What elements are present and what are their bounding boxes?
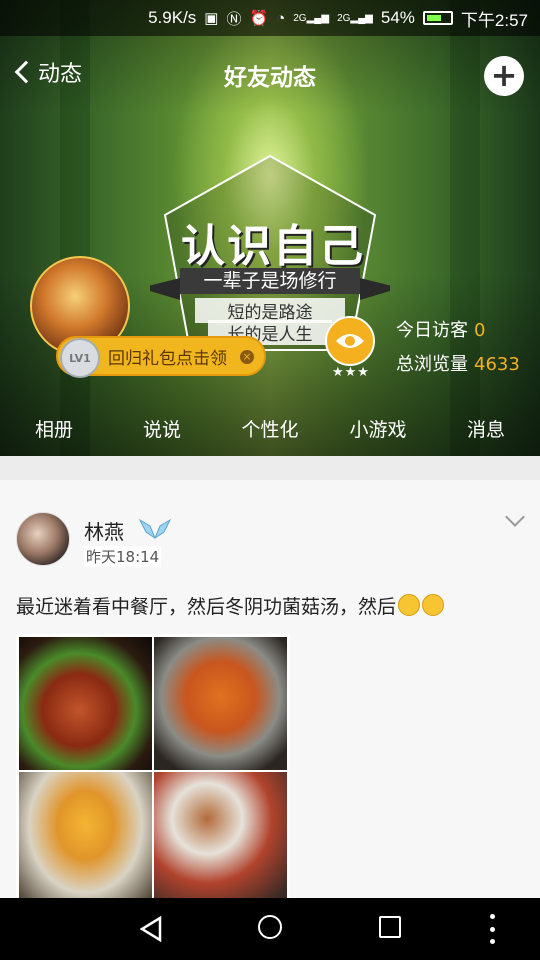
photo-grid [16, 634, 290, 905]
home-circle-icon[interactable] [258, 915, 282, 939]
total-views[interactable]: 总浏览量 4633 [396, 350, 520, 376]
level-diamond-icon: LV1 [60, 338, 100, 378]
eye-icon [336, 334, 364, 348]
feed-post: 林燕 昨天18:14 最近迷着看中餐厅，然后冬阴功菌菇汤，然后 [0, 480, 540, 905]
clock: 下午2:57 [460, 10, 528, 30]
post-photo[interactable] [154, 772, 287, 905]
post-photo[interactable] [19, 772, 152, 905]
post-photo[interactable] [19, 637, 152, 770]
nfc-icon: Ⓝ [226, 10, 242, 28]
tab-messages[interactable]: 消息 [432, 408, 540, 452]
status-bar: 5.9K/s ▣ Ⓝ ⏰ ◔ 2G▂▄▆ 2G▂▄▆ 54% 下午2:57 [0, 0, 540, 36]
tab-album[interactable]: 相册 [0, 408, 108, 452]
more-dots-icon[interactable] [490, 914, 496, 944]
gift-badge[interactable]: LV1 回归礼包点击领 × [56, 336, 266, 378]
post-timestamp: 昨天18:14 [84, 546, 162, 567]
close-icon[interactable]: × [240, 350, 254, 364]
back-triangle-icon[interactable] [140, 916, 162, 942]
vip-wings-icon [138, 518, 172, 540]
post-text: 最近迷着看中餐厅，然后冬阴功菌菇汤，然后 [16, 592, 445, 619]
tab-personalize[interactable]: 个性化 [216, 408, 324, 452]
system-nav-bar [0, 898, 540, 960]
badge-text: 回归礼包点击领 [108, 348, 227, 369]
battery-percent: 54% [380, 8, 415, 27]
crying-emoji-icon [398, 594, 421, 616]
today-visitors[interactable]: 今日访客 0 [396, 316, 485, 342]
chevron-down-icon[interactable] [505, 507, 525, 527]
profile-tabs: 相册 说说 个性化 小游戏 消息 [0, 408, 540, 452]
visitor-eye-button[interactable] [325, 316, 375, 366]
network-speed: 5.9K/s [148, 8, 197, 27]
signal-icon: 2G▂▄▆ [293, 12, 330, 24]
star-rating: ★★★ [332, 365, 370, 380]
page-title: 好友动态 [224, 65, 316, 91]
add-button[interactable]: + [484, 56, 524, 96]
emblem-ribbon: 一辈子是场修行 [180, 268, 360, 294]
crying-emoji-icon [422, 594, 445, 616]
alarm-icon: ⏰ [249, 10, 269, 27]
emblem-title: 认识自己 [181, 221, 365, 272]
recents-square-icon[interactable] [379, 916, 401, 938]
battery-icon [422, 11, 453, 25]
tab-games[interactable]: 小游戏 [324, 408, 432, 452]
signal-icon: 2G▂▄▆ [337, 12, 373, 24]
profile-cover: 5.9K/s ▣ Ⓝ ⏰ ◔ 2G▂▄▆ 2G▂▄▆ 54% 下午2:57 动态… [0, 0, 540, 456]
avatar[interactable] [16, 512, 70, 566]
post-photo[interactable] [154, 637, 287, 770]
cast-icon: ▣ [204, 10, 219, 27]
title-bar: 动态 好友动态 + [0, 36, 540, 114]
post-author[interactable]: 林燕 [84, 516, 124, 545]
wifi-icon: ◔ [276, 9, 286, 27]
tab-shuoshuo[interactable]: 说说 [108, 408, 216, 452]
